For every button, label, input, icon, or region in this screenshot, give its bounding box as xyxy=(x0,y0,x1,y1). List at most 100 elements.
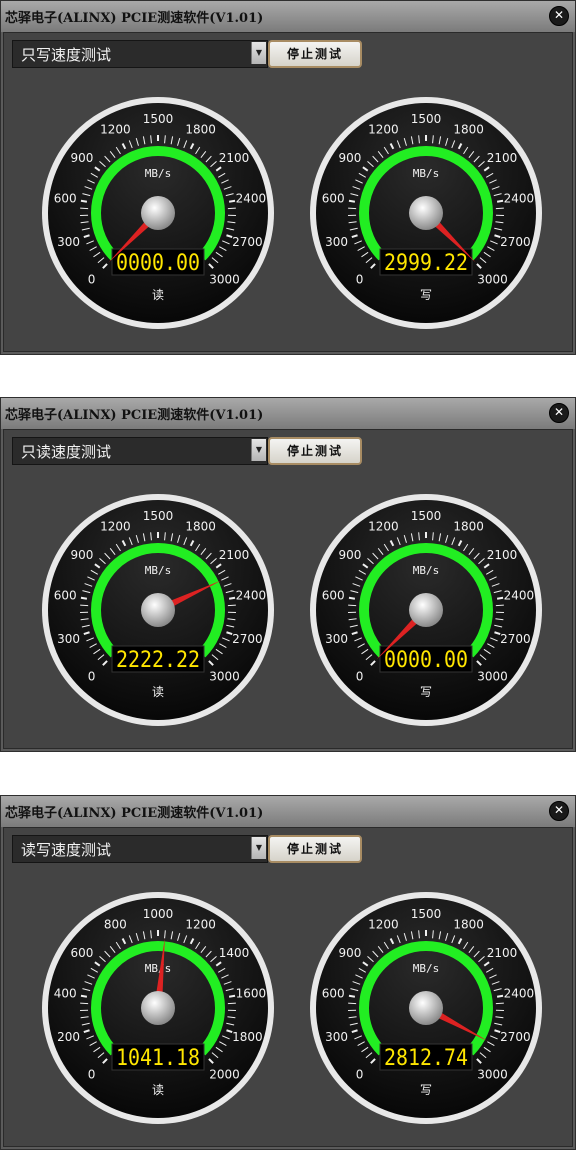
test-mode-dropdown[interactable]: 读写速度测试 ▼ xyxy=(12,835,268,863)
chevron-down-icon[interactable]: ▼ xyxy=(251,439,266,461)
gauge-tick xyxy=(80,199,88,203)
digital-readout: 2999.22 xyxy=(384,251,468,276)
gauge-tick-label: 1800 xyxy=(232,1030,263,1044)
gauge-tick-label: 1200 xyxy=(100,122,131,136)
digital-readout: 2812.74 xyxy=(384,1046,468,1071)
gauge-tick xyxy=(228,199,236,203)
gauge-tick xyxy=(227,1002,236,1005)
gauge-tick-label: 1800 xyxy=(185,122,216,136)
gauge-tick xyxy=(496,596,504,600)
gauge-tick-label: 1800 xyxy=(453,917,484,931)
gauge-tick-label: 2100 xyxy=(487,548,518,562)
gauge-tick-label: 1800 xyxy=(453,122,484,136)
gauge-unit-label: MB/s xyxy=(145,167,172,180)
gauge-tick xyxy=(496,199,504,203)
gauge-tick xyxy=(228,596,236,600)
gauge-tick-label: 2700 xyxy=(500,1030,531,1044)
gauge-tick-label: 800 xyxy=(104,917,127,931)
gauge-tick-label: 1200 xyxy=(368,122,399,136)
gauge-tick xyxy=(227,207,236,210)
gauge-tick-label: 0 xyxy=(356,669,364,683)
gauge-tick-label: 300 xyxy=(325,235,348,249)
gauge-tick-label: 0 xyxy=(356,272,364,286)
gauge-tick-label: 600 xyxy=(322,588,345,602)
test-mode-dropdown[interactable]: 只写速度测试 ▼ xyxy=(12,40,268,68)
gauge-tick-label: 300 xyxy=(325,632,348,646)
gauge-tick-label: 2000 xyxy=(209,1067,240,1081)
gauge-tick xyxy=(80,596,88,600)
gauge-tick-label: 1500 xyxy=(143,509,174,523)
digital-readout: 1041.18 xyxy=(116,1046,200,1071)
gauge-tick-label: 1500 xyxy=(411,509,442,523)
gauge-tick xyxy=(348,994,356,998)
gauge-tick-label: 1600 xyxy=(236,986,267,1000)
gauge-tick-label: 3000 xyxy=(477,272,508,286)
gauge-tick-label: 2400 xyxy=(504,986,535,1000)
app-window-2: 芯驿电子(ALINX) PCIE测速软件(V1.01) ✕ 只读速度测试 ▼ 停… xyxy=(0,397,576,752)
gauge-tick-label: 600 xyxy=(54,588,77,602)
gauge-tick xyxy=(80,604,89,607)
gauge-label: 读 xyxy=(152,685,164,699)
gauge-tick xyxy=(348,596,356,600)
digital-readout: 0000.00 xyxy=(116,251,200,276)
close-icon[interactable]: ✕ xyxy=(549,801,569,821)
title-bar[interactable]: 芯驿电子(ALINX) PCIE测速软件(V1.01) ✕ xyxy=(1,1,575,32)
gauge-tick-label: 3000 xyxy=(477,669,508,683)
gauge-tick-label: 1200 xyxy=(368,917,399,931)
gauge-tick-label: 2700 xyxy=(500,235,531,249)
window-title: 芯驿电子(ALINX) PCIE测速软件(V1.01) xyxy=(5,408,264,423)
gauge-tick-label: 1800 xyxy=(453,519,484,533)
gauge-tick xyxy=(496,994,504,998)
chevron-down-icon[interactable]: ▼ xyxy=(251,42,266,64)
gauge-tick-label: 2400 xyxy=(504,191,535,205)
gauge-tick-label: 0 xyxy=(356,1067,364,1081)
gauge-unit-label: MB/s xyxy=(413,962,440,975)
gauge-tick-label: 1500 xyxy=(411,907,442,921)
window-body: 只读速度测试 ▼ 停止测试 0 300 600 900 1200 1500 1800 2100… xyxy=(3,429,573,749)
gauge-tick-label: 3000 xyxy=(209,272,240,286)
gauge-tick-label: 0 xyxy=(88,272,96,286)
read-speed-gauge: 0 300 600 900 1200 1500 1800 2100 2400 2700 3000 MB… xyxy=(42,97,274,329)
gauge-knob xyxy=(409,991,443,1025)
gauge-unit-label: MB/s xyxy=(413,167,440,180)
chevron-down-icon[interactable]: ▼ xyxy=(251,837,266,859)
gauge-tick-label: 300 xyxy=(57,632,80,646)
gauge-label: 写 xyxy=(420,288,432,302)
window-title: 芯驿电子(ALINX) PCIE测速软件(V1.01) xyxy=(5,806,264,821)
stop-test-button[interactable]: 停止测试 xyxy=(268,40,362,68)
stop-test-button[interactable]: 停止测试 xyxy=(268,437,362,465)
gauge-tick-label: 1200 xyxy=(100,519,131,533)
gauge-tick-label: 600 xyxy=(54,191,77,205)
gauge-tick-label: 1500 xyxy=(143,112,174,126)
gauge-label: 写 xyxy=(420,685,432,699)
gauge-tick-label: 2100 xyxy=(487,946,518,960)
close-icon[interactable]: ✕ xyxy=(549,403,569,423)
gauge-tick-label: 1500 xyxy=(411,112,442,126)
gauge-tick xyxy=(228,994,236,998)
gauge-tick-label: 1000 xyxy=(143,907,174,921)
app-window-1: 芯驿电子(ALINX) PCIE测速软件(V1.01) ✕ 只写速度测试 ▼ 停… xyxy=(0,0,576,355)
window-body: 读写速度测试 ▼ 停止测试 0 200 400 600 800 1000 1200 1400 1… xyxy=(3,827,573,1147)
title-bar[interactable]: 芯驿电子(ALINX) PCIE测速软件(V1.01) ✕ xyxy=(1,796,575,827)
test-mode-dropdown[interactable]: 只读速度测试 ▼ xyxy=(12,437,268,465)
gauge-tick-label: 3000 xyxy=(477,1067,508,1081)
close-icon[interactable]: ✕ xyxy=(549,6,569,26)
test-mode-value: 读写速度测试 xyxy=(21,841,112,859)
read-speed-gauge: 0 300 600 900 1200 1500 1800 2100 2400 2700 3000 MB… xyxy=(42,494,274,726)
gauge-tick xyxy=(348,207,357,210)
window-body: 只写速度测试 ▼ 停止测试 0 300 600 900 1200 1500 1800 2100… xyxy=(3,32,573,352)
window-title: 芯驿电子(ALINX) PCIE测速软件(V1.01) xyxy=(5,11,264,26)
gauge-tick-label: 200 xyxy=(57,1030,80,1044)
gauge-knob xyxy=(409,196,443,230)
stop-test-button[interactable]: 停止测试 xyxy=(268,835,362,863)
gauge-tick-label: 400 xyxy=(54,986,77,1000)
gauge-tick xyxy=(80,207,89,210)
title-bar[interactable]: 芯驿电子(ALINX) PCIE测速软件(V1.01) ✕ xyxy=(1,398,575,429)
gauge-tick xyxy=(495,207,504,210)
gauge-tick-label: 0 xyxy=(88,669,96,683)
gauge-tick xyxy=(348,604,357,607)
digital-readout: 2222.22 xyxy=(116,648,200,673)
gauge-tick-label: 2100 xyxy=(219,548,250,562)
gauge-knob xyxy=(141,593,175,627)
gauge-tick-label: 2700 xyxy=(500,632,531,646)
